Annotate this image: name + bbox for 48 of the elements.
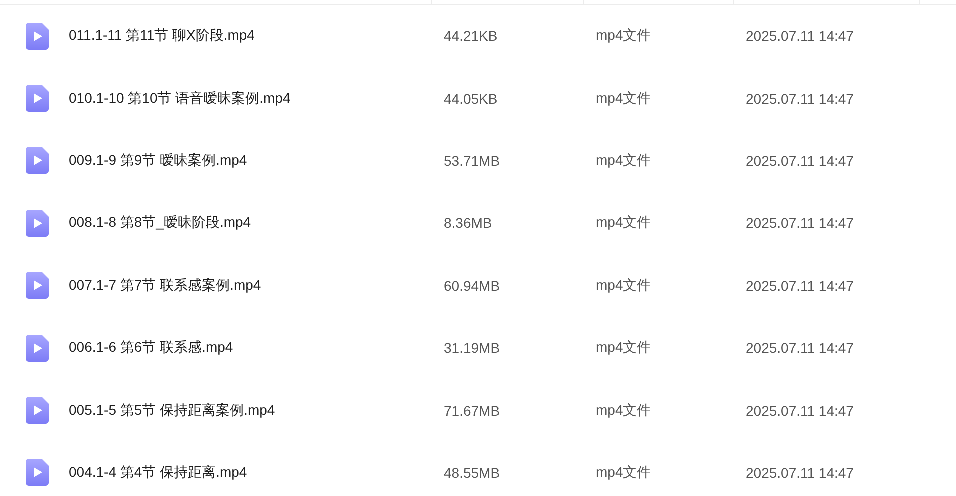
video-file-icon <box>26 147 49 174</box>
file-name: 006.1-6 第6节 联系感.mp4 <box>69 339 234 358</box>
file-name: 010.1-10 第10节 语音暧昧案例.mp4 <box>69 90 291 108</box>
file-type: mp4文件 <box>595 90 652 108</box>
modified-date: 2025.07.11 14:47 <box>745 215 855 232</box>
video-file-icon <box>26 334 49 362</box>
modified-date: 2025.07.11 14:47 <box>745 90 855 107</box>
video-file-icon <box>26 459 49 486</box>
file-row[interactable]: 008.1-8 第8节_暧昧阶段.mp4 8.36MB mp4文件 2025.07.11 14:47 <box>0 192 956 255</box>
file-type: mp4文件 <box>595 152 652 170</box>
modified-date: 2025.07.11 14:47 <box>745 152 855 169</box>
file-size: 60.94MB <box>443 278 502 294</box>
file-name: 011.1-11 第11节 聊X阶段.mp4 <box>69 27 255 46</box>
file-size: 53.71MB <box>443 152 502 169</box>
file-size: 31.19MB <box>443 340 502 356</box>
video-file-icon <box>26 85 49 112</box>
file-type: mp4文件 <box>595 27 652 46</box>
file-row[interactable]: 007.1-7 第7节 联系感案例.mp4 60.94MB mp4文件 2025.07.11 14:47 <box>0 254 956 317</box>
file-type: mp4文件 <box>595 276 652 295</box>
file-row[interactable]: 004.1-4 第4节 保持距离.mp4 48.55MB mp4文件 2025.07.11 14:47 <box>0 442 956 496</box>
file-name: 009.1-9 第9节 暧昧案例.mp4 <box>69 152 248 170</box>
file-type: mp4文件 <box>595 339 652 358</box>
file-type: mp4文件 <box>595 402 652 420</box>
file-name: 007.1-7 第7节 联系感案例.mp4 <box>69 276 262 295</box>
file-name: 005.1-5 第5节 保持距离案例.mp4 <box>69 402 276 420</box>
modified-date: 2025.07.11 14:47 <box>745 402 855 419</box>
file-size: 44.21KB <box>443 28 499 44</box>
file-size: 48.55MB <box>443 464 502 481</box>
file-size: 71.67MB <box>443 402 502 419</box>
file-size: 44.05KB <box>443 90 499 107</box>
file-name: 004.1-4 第4节 保持距离.mp4 <box>69 464 248 482</box>
modified-date: 2025.07.11 14:47 <box>745 340 855 356</box>
file-size: 8.36MB <box>443 215 494 232</box>
file-row[interactable]: 011.1-11 第11节 聊X阶段.mp4 44.21KB mp4文件 2025.07.11 14:47 <box>0 5 956 68</box>
file-row[interactable]: 005.1-5 第5节 保持距离案例.mp4 71.67MB mp4文件 2025.07.11 14:47 <box>0 379 956 442</box>
modified-date: 2025.07.11 14:47 <box>745 28 855 44</box>
file-row[interactable]: 010.1-10 第10节 语音暧昧案例.mp4 44.05KB mp4文件 2025.07.11 14:47 <box>0 67 956 130</box>
video-file-icon <box>26 272 49 300</box>
video-file-icon <box>26 22 49 50</box>
video-file-icon <box>26 210 49 237</box>
video-file-icon <box>26 397 49 424</box>
file-row[interactable]: 006.1-6 第6节 联系感.mp4 31.19MB mp4文件 2025.07.11 14:47 <box>0 316 956 380</box>
modified-date: 2025.07.11 14:47 <box>745 464 855 481</box>
file-row[interactable]: 009.1-9 第9节 暧昧案例.mp4 53.71MB mp4文件 2025.07.11 14:47 <box>0 130 956 192</box>
file-type: mp4文件 <box>595 464 652 482</box>
modified-date: 2025.07.11 14:47 <box>745 278 855 294</box>
file-name: 008.1-8 第8节_暧昧阶段.mp4 <box>69 214 252 232</box>
file-type: mp4文件 <box>595 214 652 232</box>
